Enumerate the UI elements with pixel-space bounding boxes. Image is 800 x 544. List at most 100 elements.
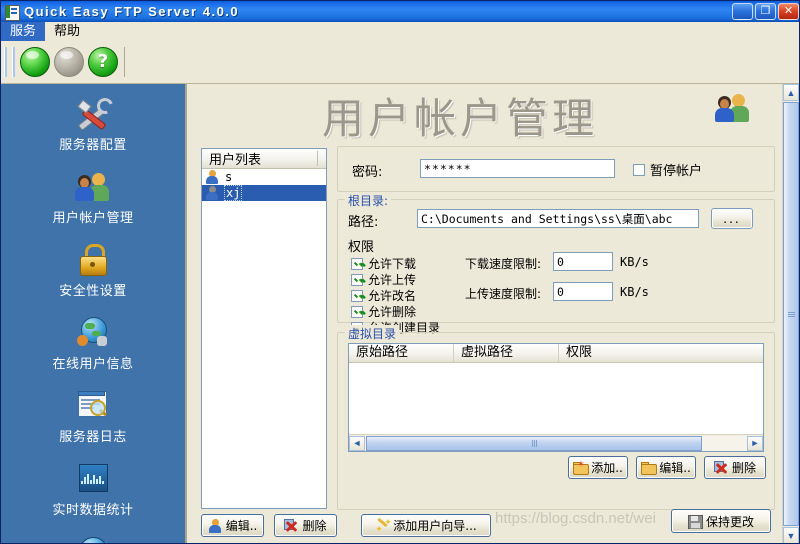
sidebar-item-user-accounts[interactable]: 用户帐户管理 xyxy=(1,157,185,230)
virtual-directory-buttons: ✶ 添加.. 编辑.. 删除 xyxy=(568,456,766,479)
add-vdir-button[interactable]: ✶ 添加.. xyxy=(568,456,628,479)
toolbar: ? xyxy=(1,41,799,84)
two-users-icon xyxy=(715,90,751,124)
close-button[interactable]: ✕ xyxy=(778,3,799,20)
help-orb-icon: ? xyxy=(88,47,118,77)
sidebar-item-server-config[interactable]: 服务器配置 xyxy=(1,84,185,157)
upload-limit-unit: KB/s xyxy=(620,285,649,299)
toolbar-grip[interactable] xyxy=(4,47,7,77)
page-title: 用户帐户管理 xyxy=(322,94,599,143)
sidebar: 服务器配置 用户帐户管理 安全性设置 在线用户信息 服务器日志 实时数据统计 xyxy=(1,84,187,543)
edit-user-button[interactable]: 编辑.. xyxy=(201,514,264,537)
checkbox-box xyxy=(351,305,363,318)
download-limit-field[interactable]: 0 xyxy=(553,252,613,271)
toolbar-grip-2[interactable] xyxy=(12,47,15,77)
sidebar-item-online-users[interactable]: 在线用户信息 xyxy=(1,303,185,376)
scroll-down-arrow[interactable]: ▼ xyxy=(783,527,799,543)
table-header-row: 原始路径 虚拟路径 权限 xyxy=(349,344,763,363)
column-header-permission[interactable]: 权限 xyxy=(559,344,763,362)
scroll-thumb[interactable] xyxy=(366,435,703,451)
save-changes-button[interactable]: 保持更改 xyxy=(671,509,771,533)
edit-user-label: 编辑.. xyxy=(225,519,258,533)
menu-item-help[interactable]: 帮助 xyxy=(45,22,89,41)
download-limit-unit: KB/s xyxy=(620,255,649,269)
user-list-header: 用户列表 xyxy=(202,149,326,169)
list-item[interactable]: xj xyxy=(202,185,326,201)
permission-allow-upload[interactable]: 允许上传 xyxy=(351,272,440,287)
sidebar-item-statistics[interactable]: 实时数据统计 xyxy=(1,449,185,522)
user-name: s xyxy=(225,170,233,184)
scroll-right-arrow[interactable]: ► xyxy=(747,435,763,451)
lock-icon xyxy=(75,242,111,276)
download-limit-label: 下载速度限制: xyxy=(465,257,542,271)
scroll-track[interactable] xyxy=(365,435,747,451)
permission-label: 允许上传 xyxy=(368,273,417,287)
delete-user-button[interactable]: 删除 xyxy=(274,514,337,537)
help-button[interactable]: ? xyxy=(86,45,120,79)
upload-limit-field[interactable]: 0 xyxy=(553,282,613,301)
save-changes-label: 保持更改 xyxy=(705,514,754,529)
start-server-button[interactable] xyxy=(18,45,52,79)
user-icon xyxy=(205,186,219,200)
permission-allow-rename[interactable]: 允许改名 xyxy=(351,288,440,303)
password-field[interactable]: ****** xyxy=(420,159,615,178)
password-label: 密码: xyxy=(352,165,383,180)
stop-server-button[interactable] xyxy=(52,45,86,79)
checkbox-box xyxy=(633,163,645,176)
permission-allow-download[interactable]: 允许下载 xyxy=(351,256,440,271)
user-name: xj xyxy=(223,185,243,201)
green-orb-icon xyxy=(20,47,50,77)
delete-icon xyxy=(713,460,728,475)
add-user-wizard-button[interactable]: ✦ ✦ 添加用户向导... xyxy=(361,514,491,537)
table-horizontal-scrollbar[interactable]: ◄ ► xyxy=(349,434,763,451)
path-field[interactable]: C:\Documents and Settings\ss\桌面\abc xyxy=(417,209,699,228)
main-panel: 用户帐户管理 用户列表 s xj 编辑.. 删除 ✦ ✦ 添加用户向导... 密… xyxy=(187,84,783,543)
main-vertical-scrollbar[interactable]: ▲ ▼ xyxy=(782,84,799,543)
list-item[interactable]: s xyxy=(202,169,326,185)
title-bar: Quick Easy FTP Server 4.0.0 _ ❐ ✕ xyxy=(1,1,799,22)
user-list[interactable]: 用户列表 s xj xyxy=(201,148,327,509)
sidebar-label-server-log: 服务器日志 xyxy=(59,430,127,445)
permission-label: 允许删除 xyxy=(368,305,417,319)
question-mark-icon: ? xyxy=(97,51,109,72)
user-list-buttons: 编辑.. 删除 ✦ ✦ 添加用户向导... xyxy=(201,514,491,537)
column-header-virtual-path[interactable]: 虚拟路径 xyxy=(454,344,559,362)
window-controls: _ ❐ ✕ xyxy=(732,3,799,21)
minimize-button[interactable]: _ xyxy=(732,3,753,21)
sidebar-item-security[interactable]: 安全性设置 xyxy=(1,230,185,303)
menu-item-service[interactable]: 服务 xyxy=(1,22,46,41)
sidebar-item-buy-source[interactable]: 购买源代码 xyxy=(1,522,185,543)
restore-button[interactable]: ❐ xyxy=(755,3,776,20)
edit-vdir-button[interactable]: 编辑.. xyxy=(636,456,696,479)
permission-allow-delete[interactable]: 允许删除 xyxy=(351,304,440,319)
virtual-directory-table[interactable]: 原始路径 虚拟路径 权限 ◄ ► xyxy=(348,343,764,452)
sidebar-label-statistics: 实时数据统计 xyxy=(52,503,134,518)
permission-label: 允许下载 xyxy=(368,257,417,271)
user-icon xyxy=(205,170,219,184)
globe-users-icon xyxy=(75,315,111,349)
globe-icon xyxy=(75,534,113,543)
sidebar-label-security: 安全性设置 xyxy=(59,284,127,299)
suspend-account-checkbox[interactable]: 暂停帐户 xyxy=(633,160,702,179)
scroll-up-arrow[interactable]: ▲ xyxy=(783,84,799,101)
delete-icon xyxy=(284,518,298,533)
save-icon xyxy=(687,514,703,529)
wand-icon: ✦ ✦ xyxy=(375,517,392,535)
user-list-header-label: 用户列表 xyxy=(209,153,262,168)
add-user-wizard-label: 添加用户向导... xyxy=(393,519,477,533)
folder-edit-icon xyxy=(641,461,658,475)
tools-icon xyxy=(75,95,116,131)
virtual-directory-group: 虚拟目录 原始路径 虚拟路径 权限 ◄ ► ✶ 添加.. 编辑.. 删除 xyxy=(337,325,775,510)
browse-path-button[interactable]: ... xyxy=(711,208,753,229)
toolbar-separator xyxy=(124,47,125,77)
root-directory-group: 根目录: 路径: C:\Documents and Settings\ss\桌面… xyxy=(337,192,775,335)
sidebar-label-online-users: 在线用户信息 xyxy=(52,357,134,372)
column-header-original-path[interactable]: 原始路径 xyxy=(349,344,454,362)
delete-vdir-label: 删除 xyxy=(731,461,756,475)
delete-vdir-button[interactable]: 删除 xyxy=(704,456,766,479)
scroll-thumb[interactable] xyxy=(783,102,799,526)
folder-add-icon: ✶ xyxy=(573,460,590,475)
sidebar-item-server-log[interactable]: 服务器日志 xyxy=(1,376,185,449)
scroll-left-arrow[interactable]: ◄ xyxy=(349,435,365,451)
suspend-account-label: 暂停帐户 xyxy=(650,164,703,179)
